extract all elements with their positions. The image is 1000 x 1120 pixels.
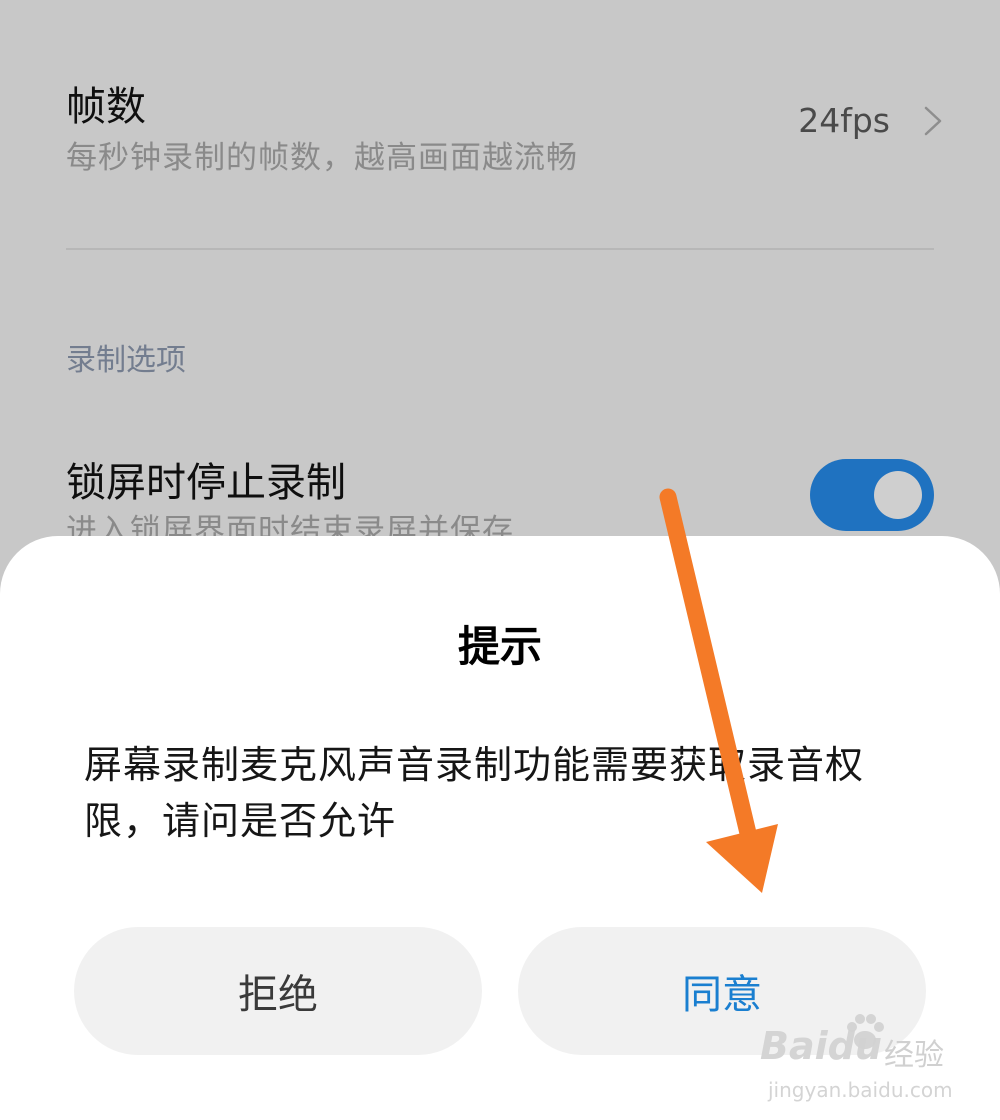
chevron-right-icon: [924, 106, 942, 136]
lockscreen-toggle[interactable]: [810, 459, 934, 531]
framerate-title: 帧数: [66, 84, 146, 130]
dialog-title: 提示: [457, 622, 542, 671]
lockscreen-title: 锁屏时停止录制: [66, 460, 346, 506]
framerate-value: 24fps: [798, 101, 890, 140]
divider: [66, 248, 934, 250]
section-header-recording-options: 录制选项: [66, 343, 186, 378]
dialog-message: 屏幕录制麦克风声音录制功能需要获取录音权限，请问是否允许: [84, 743, 865, 843]
framerate-description: 每秒钟录制的帧数，越高画面越流畅: [66, 140, 578, 176]
toggle-knob: [874, 471, 922, 519]
accept-button[interactable]: 同意: [518, 927, 926, 1055]
reject-button[interactable]: 拒绝: [74, 927, 482, 1055]
